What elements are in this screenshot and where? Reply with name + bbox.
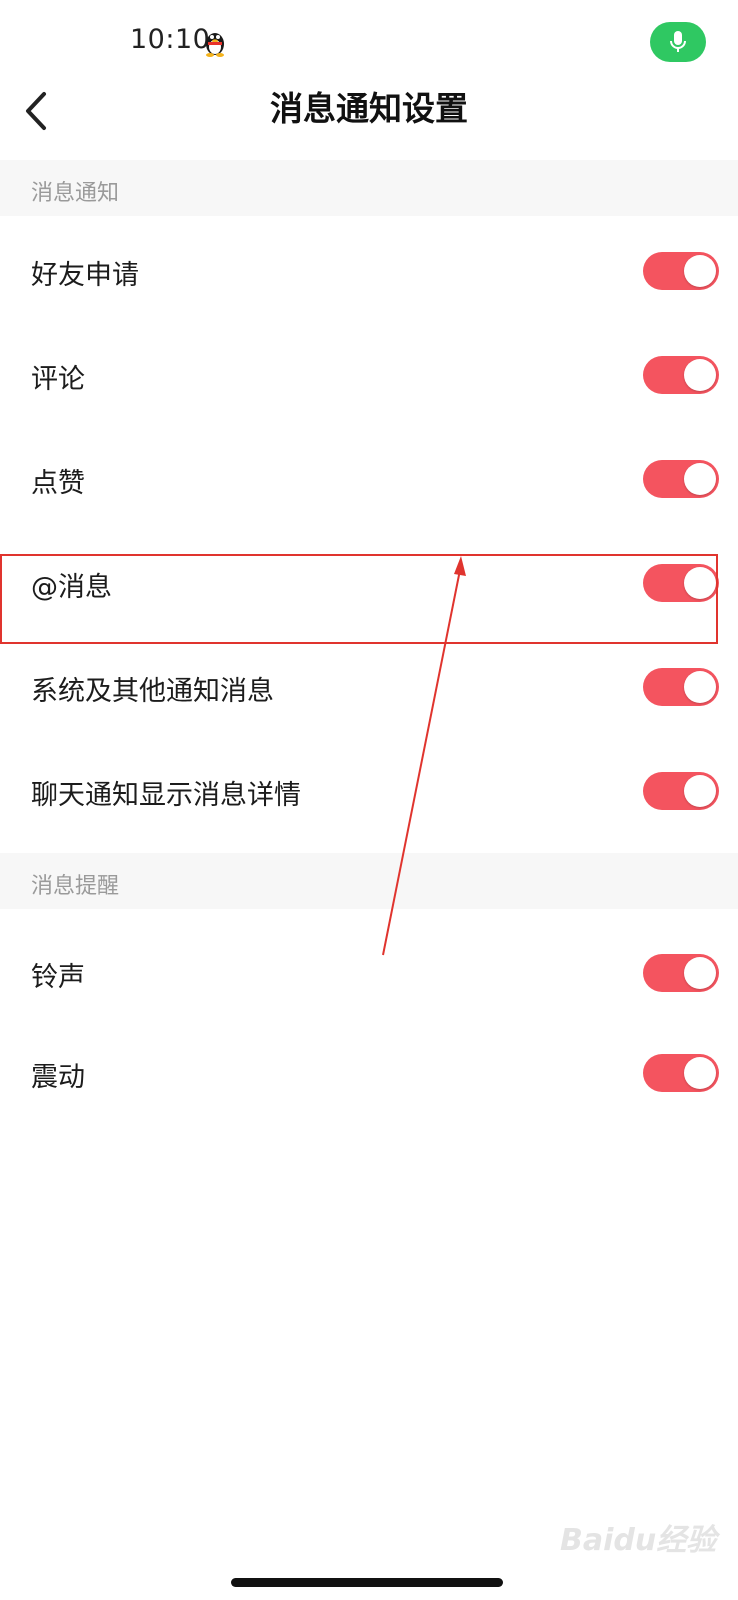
home-indicator[interactable] — [231, 1578, 503, 1587]
nav-bar: 消息通知设置 — [0, 66, 738, 158]
toggle-switch[interactable] — [643, 564, 719, 602]
toggle-switch[interactable] — [643, 954, 719, 992]
toggle-switch[interactable] — [643, 252, 719, 290]
toggle-knob — [684, 463, 716, 495]
setting-row-like: 点赞 — [0, 426, 738, 530]
setting-label: 评论 — [31, 364, 85, 395]
setting-row-mention: @消息 — [0, 530, 738, 634]
toggle-knob — [684, 671, 716, 703]
setting-label: 震动 — [31, 1062, 85, 1093]
setting-label: 好友申请 — [31, 260, 139, 291]
page-title: 消息通知设置 — [270, 89, 468, 128]
section-header-reminders: 消息提醒 — [0, 853, 738, 909]
microphone-icon — [670, 31, 686, 52]
setting-row-vibration: 震动 — [0, 1020, 738, 1124]
toggle-knob — [684, 567, 716, 599]
baidu-watermark: Baidu经验 — [560, 1523, 717, 1558]
toggle-switch[interactable] — [643, 356, 719, 394]
status-time: 10:10 — [130, 24, 211, 55]
qq-penguin-icon — [200, 26, 230, 58]
toggle-switch[interactable] — [643, 772, 719, 810]
toggle-knob — [684, 359, 716, 391]
toggle-switch[interactable] — [643, 668, 719, 706]
toggle-knob — [684, 255, 716, 287]
setting-row-system: 系统及其他通知消息 — [0, 634, 738, 738]
toggle-switch[interactable] — [643, 1054, 719, 1092]
setting-label: @消息 — [31, 572, 112, 603]
setting-label: 聊天通知显示消息详情 — [31, 780, 301, 811]
setting-label: 铃声 — [31, 962, 85, 993]
setting-label: 系统及其他通知消息 — [31, 676, 274, 707]
toggle-knob — [684, 957, 716, 989]
setting-row-chat-detail: 聊天通知显示消息详情 — [0, 738, 738, 842]
section-header-notifications: 消息通知 — [0, 160, 738, 216]
toggle-knob — [684, 1057, 716, 1089]
setting-row-ringtone: 铃声 — [0, 920, 738, 1024]
toggle-knob — [684, 775, 716, 807]
setting-row-comment: 评论 — [0, 322, 738, 426]
setting-row-friend-request: 好友申请 — [0, 218, 738, 322]
setting-label: 点赞 — [31, 468, 85, 499]
section-header-label: 消息提醒 — [31, 874, 120, 899]
section-header-label: 消息通知 — [31, 181, 120, 206]
microphone-indicator[interactable] — [650, 22, 706, 62]
toggle-switch[interactable] — [643, 460, 719, 498]
